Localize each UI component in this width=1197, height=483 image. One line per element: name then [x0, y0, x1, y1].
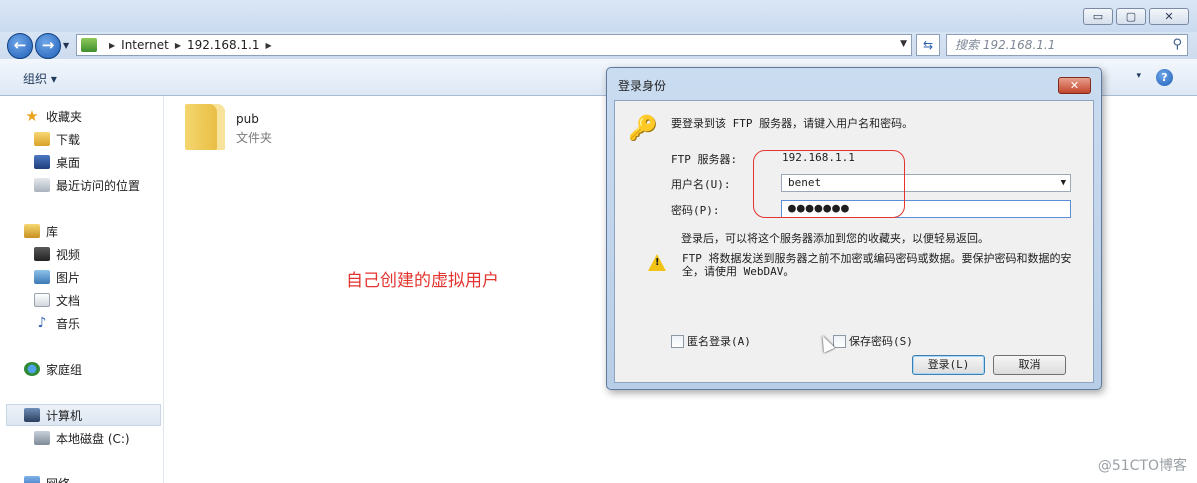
computer-icon	[24, 408, 40, 422]
username-label: 用户名(U):	[671, 178, 731, 191]
window-controls: ▭ ▢ ✕	[1083, 8, 1189, 25]
maximize-button[interactable]: ▢	[1116, 8, 1146, 25]
minimize-button[interactable]: ▭	[1083, 8, 1113, 25]
nav-label: 本地磁盘 (C:)	[56, 431, 130, 446]
hard-disk-icon	[34, 431, 50, 445]
login-button[interactable]: 登录(L)	[912, 355, 985, 375]
nav-item-libraries[interactable]: 库	[24, 222, 58, 240]
picture-icon	[34, 270, 50, 284]
folder-type: 文件夹	[236, 131, 273, 145]
nav-label: 音乐	[56, 316, 81, 331]
back-button[interactable]: ←	[7, 33, 33, 59]
dialog-body: 🔑 要登录到该 FTP 服务器，请键入用户名和密码。 FTP 服务器: 192.…	[614, 100, 1094, 383]
nav-label: 库	[46, 224, 59, 239]
nav-label: 桌面	[56, 155, 81, 170]
nav-item-homegroup[interactable]: 家庭组	[24, 360, 82, 378]
nav-item-downloads[interactable]: 下载	[34, 130, 80, 148]
chevron-right-icon[interactable]: ▶	[175, 41, 181, 50]
recent-pages-dropdown[interactable]: ▼	[63, 41, 69, 50]
close-window-button[interactable]: ✕	[1149, 8, 1189, 25]
nav-item-music[interactable]: ♪ 音乐	[34, 314, 80, 332]
organize-menu[interactable]: 组织 ▾	[23, 70, 57, 87]
breadcrumb-host[interactable]: 192.168.1.1	[187, 38, 260, 52]
checkbox-box[interactable]	[671, 334, 684, 348]
dialog-close-button[interactable]: ✕	[1058, 77, 1091, 94]
chevron-down-icon[interactable]: ▼	[1061, 175, 1066, 191]
nav-item-videos[interactable]: 视频	[34, 245, 80, 263]
folder-icon[interactable]	[185, 104, 225, 150]
nav-label: 下载	[56, 132, 81, 147]
folder-name[interactable]: pub	[236, 112, 259, 126]
nav-label: 家庭组	[46, 362, 83, 377]
forward-button[interactable]: →	[35, 33, 61, 59]
dialog-intro: 要登录到该 FTP 服务器，请键入用户名和密码。	[671, 117, 914, 130]
video-icon	[34, 247, 50, 261]
annotation-text: 自己创建的虚拟用户	[346, 271, 499, 291]
nav-label: 收藏夹	[46, 109, 83, 124]
checkbox-box[interactable]	[833, 334, 846, 348]
network-location-icon	[81, 38, 97, 52]
recent-places-icon	[34, 178, 50, 192]
nav-label: 最近访问的位置	[56, 178, 141, 193]
navigation-pane: ★ 收藏夹 下载 桌面 最近访问的位置 库 视频 图片 文档 ♪ 音乐 家庭组 …	[0, 96, 164, 483]
view-options-dropdown[interactable]: ▾	[1136, 71, 1141, 81]
search-icon[interactable]: ⚲	[1172, 35, 1182, 55]
nav-label: 文档	[56, 293, 81, 308]
search-input[interactable]: 搜索 192.168.1.1 ⚲	[946, 34, 1188, 56]
nav-item-desktop[interactable]: 桌面	[34, 153, 80, 171]
chevron-right-icon[interactable]: ▶	[266, 41, 272, 50]
nav-item-documents[interactable]: 文档	[34, 291, 80, 309]
save-password-checkbox[interactable]: 保存密码(S)	[833, 333, 913, 349]
nav-item-local-disk[interactable]: 本地磁盘 (C:)	[34, 429, 130, 447]
highlight-ellipse	[753, 150, 905, 218]
nav-label: 视频	[56, 247, 81, 262]
server-label: FTP 服务器:	[671, 153, 738, 166]
nav-label: 计算机	[46, 408, 83, 423]
network-icon	[24, 476, 40, 483]
nav-item-favorites[interactable]: ★ 收藏夹	[24, 107, 82, 125]
nav-item-pictures[interactable]: 图片	[34, 268, 80, 286]
nav-item-recent[interactable]: 最近访问的位置	[34, 176, 140, 194]
breadcrumb-internet[interactable]: Internet	[121, 38, 169, 52]
nav-item-computer[interactable]: 计算机	[24, 406, 82, 424]
star-icon: ★	[25, 107, 39, 125]
checkbox-label: 匿名登录(A)	[687, 335, 751, 348]
library-icon	[24, 224, 40, 238]
warning-icon	[648, 254, 666, 271]
search-placeholder: 搜索 192.168.1.1	[955, 38, 1056, 52]
address-row: ← → ▼ ▶ Internet ▶ 192.168.1.1 ▶ ▼ ⇆ 搜索 …	[0, 32, 1197, 59]
refresh-button[interactable]: ⇆	[916, 34, 940, 56]
checkbox-label: 保存密码(S)	[849, 335, 913, 348]
anonymous-login-checkbox[interactable]: 匿名登录(A)	[671, 333, 751, 349]
address-bar[interactable]: ▶ Internet ▶ 192.168.1.1 ▶ ▼	[76, 34, 912, 56]
address-dropdown-icon[interactable]: ▼	[900, 39, 907, 49]
document-icon	[34, 293, 50, 307]
nav-label: 图片	[56, 270, 81, 285]
music-note-icon: ♪	[37, 315, 47, 331]
password-label: 密码(P):	[671, 204, 720, 217]
cancel-button[interactable]: 取消	[993, 355, 1066, 375]
login-dialog: 登录身份 ✕ 🔑 要登录到该 FTP 服务器，请键入用户名和密码。 FTP 服务…	[606, 67, 1102, 390]
downloads-folder-icon	[34, 132, 50, 146]
help-icon[interactable]: ?	[1156, 69, 1173, 86]
security-warning: FTP 将数据发送到服务器之前不加密或编码密码或数据。要保护密码和数据的安全，请…	[682, 252, 1072, 278]
window-titlebar: ▭ ▢ ✕	[0, 0, 1197, 32]
desktop-icon	[34, 155, 50, 169]
dialog-title: 登录身份	[618, 79, 667, 93]
nav-item-network[interactable]: 网络	[24, 474, 70, 483]
homegroup-icon	[24, 362, 40, 376]
watermark: @51CTO博客	[1097, 458, 1187, 474]
key-icon: 🔑	[628, 114, 658, 142]
favorites-hint: 登录后，可以将这个服务器添加到您的收藏夹，以便轻易返回。	[681, 232, 989, 245]
chevron-right-icon[interactable]: ▶	[109, 41, 115, 50]
nav-label: 网络	[46, 475, 70, 483]
